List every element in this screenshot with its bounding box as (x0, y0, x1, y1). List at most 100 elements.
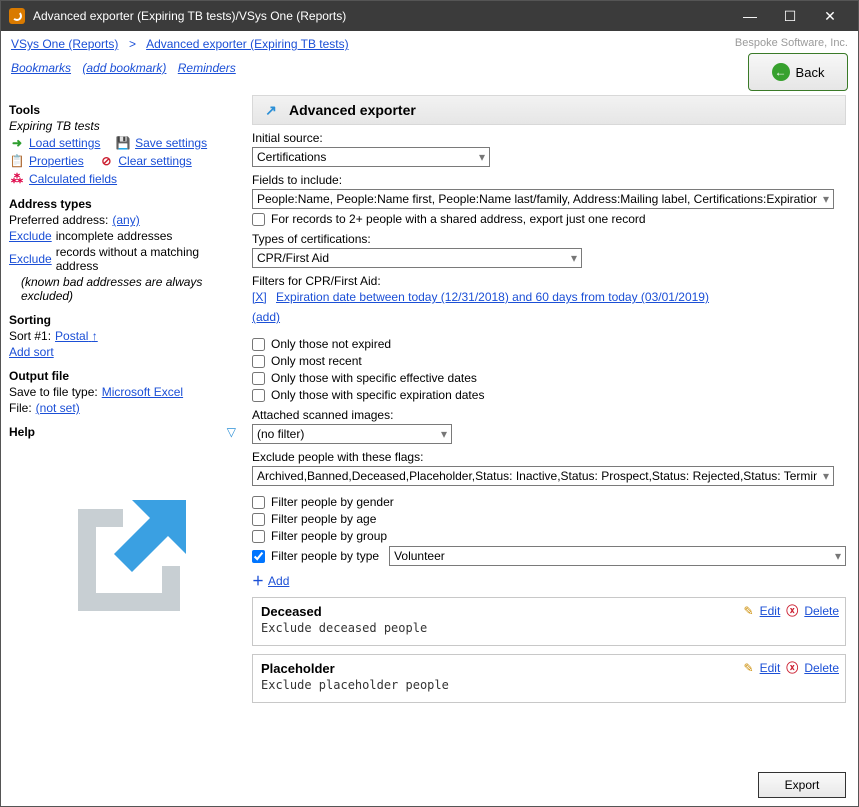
edit-link[interactable]: Edit (760, 604, 781, 618)
bookmarks-link[interactable]: Bookmarks (11, 61, 71, 75)
calculated-fields-link[interactable]: Calculated fields (29, 172, 117, 186)
footer: Export (1, 764, 858, 806)
only-expiration-dates-label: Only those with specific expiration date… (271, 388, 484, 402)
delete-link[interactable]: Delete (804, 604, 839, 618)
sort-asc-icon: ↑ (92, 329, 98, 343)
export-label: Export (785, 778, 820, 792)
breadcrumb: VSys One (Reports) > Advanced exporter (… (11, 37, 728, 51)
back-label: Back (796, 65, 825, 80)
filter-expiration-link[interactable]: Expiration date between today (12/31/201… (276, 290, 709, 304)
only-expiration-dates-checkbox[interactable] (252, 389, 265, 402)
add-sort-link[interactable]: Add sort (9, 345, 54, 359)
chevron-down-icon: ▾ (571, 251, 577, 265)
reminders-link[interactable]: Reminders (178, 61, 236, 75)
chevron-down-icon: ▾ (835, 549, 841, 563)
filter-gender-checkbox[interactable] (252, 496, 265, 509)
close-button[interactable]: ✕ (810, 1, 850, 31)
minimize-button[interactable]: — (730, 1, 770, 31)
initial-source-value: Certifications (257, 150, 326, 164)
back-button[interactable]: ← Back (748, 53, 848, 91)
only-not-expired-checkbox[interactable] (252, 338, 265, 351)
delete-link[interactable]: Delete (804, 661, 839, 675)
calculated-fields-icon: ⁂ (9, 171, 25, 187)
shared-address-checkbox[interactable] (252, 213, 265, 226)
only-effective-dates-label: Only those with specific effective dates (271, 371, 477, 385)
only-effective-dates-checkbox[interactable] (252, 372, 265, 385)
edit-link[interactable]: Edit (760, 661, 781, 675)
fields-include-label: Fields to include: (252, 173, 846, 187)
attached-images-value: (no filter) (257, 427, 304, 441)
exclude-incomplete-tail: incomplete addresses (56, 229, 173, 243)
pencil-icon: ✎ (744, 604, 754, 618)
sidebar: Tools Expiring TB tests ➜ Load settings … (1, 91, 244, 764)
load-settings-icon: ➜ (9, 135, 25, 151)
attached-images-select[interactable]: (no filter) ▾ (252, 424, 452, 444)
attached-images-label: Attached scanned images: (252, 408, 846, 422)
card-description: Exclude deceased people (261, 621, 837, 635)
maximize-button[interactable]: ☐ (770, 1, 810, 31)
breadcrumb-root[interactable]: VSys One (Reports) (11, 37, 118, 51)
chevron-down-icon: ▾ (479, 150, 485, 164)
initial-source-select[interactable]: Certifications ▾ (252, 147, 490, 167)
filter-type-value: Volunteer (394, 549, 445, 563)
preferred-address-label: Preferred address: (9, 213, 108, 227)
save-settings-link[interactable]: Save settings (135, 136, 207, 150)
exclusion-card: ✎ Edit ⓧ Delete Deceased Exclude decease… (252, 597, 846, 646)
exclusion-card: ✎ Edit ⓧ Delete Placeholder Exclude plac… (252, 654, 846, 703)
delete-icon: ⓧ (786, 602, 798, 619)
help-expand-icon[interactable]: ▽ (227, 425, 236, 439)
cert-types-value: CPR/First Aid (257, 251, 329, 265)
sort1-link[interactable]: Postal ↑ (55, 329, 98, 343)
content: ↗ Advanced exporter Initial source: Cert… (244, 91, 858, 764)
load-settings-link[interactable]: Load settings (29, 136, 100, 150)
back-arrow-icon: ← (772, 63, 790, 81)
chevron-down-icon: ▾ (823, 469, 829, 483)
add-filter-link[interactable]: (add) (252, 310, 280, 324)
app-icon (9, 8, 25, 24)
add-link[interactable]: Add (268, 574, 289, 588)
clear-settings-link[interactable]: Clear settings (118, 154, 191, 168)
fields-include-value: People:Name, People:Name first, People:N… (257, 192, 817, 206)
filter-type-select[interactable]: Volunteer ▾ (389, 546, 846, 566)
filters-title: Filters for CPR/First Aid: (252, 274, 846, 288)
sorting-heading: Sorting (9, 313, 236, 327)
preferred-address-link[interactable]: (any) (112, 213, 139, 227)
filter-group-label: Filter people by group (271, 529, 387, 543)
filter-gender-label: Filter people by gender (271, 495, 394, 509)
exclude-incomplete-link[interactable]: Exclude (9, 229, 52, 243)
export-large-icon (9, 479, 236, 629)
help-heading[interactable]: Help (9, 425, 35, 439)
fields-include-select[interactable]: People:Name, People:Name first, People:N… (252, 189, 834, 209)
export-button[interactable]: Export (758, 772, 846, 798)
exclude-nomatch-link[interactable]: Exclude (9, 252, 52, 266)
filter-type-label: Filter people by type (271, 549, 379, 563)
output-file-link[interactable]: (not set) (36, 401, 80, 415)
clear-settings-icon: ⊘ (98, 153, 114, 169)
pencil-icon: ✎ (744, 661, 754, 675)
tools-heading: Tools (9, 103, 236, 117)
output-type-link[interactable]: Microsoft Excel (102, 385, 183, 399)
filter-age-checkbox[interactable] (252, 513, 265, 526)
exclude-flags-select[interactable]: Archived,Banned,Deceased,Placeholder,Sta… (252, 466, 834, 486)
only-most-recent-checkbox[interactable] (252, 355, 265, 368)
exclude-flags-label: Exclude people with these flags: (252, 450, 846, 464)
add-bookmark-link[interactable]: (add bookmark) (82, 61, 166, 75)
filter-type-checkbox[interactable] (252, 550, 265, 563)
breadcrumb-current[interactable]: Advanced exporter (Expiring TB tests) (146, 37, 349, 51)
export-icon: ↗ (261, 100, 281, 120)
cert-types-select[interactable]: CPR/First Aid ▾ (252, 248, 582, 268)
output-type-label: Save to file type: (9, 385, 98, 399)
plus-icon: ＋ (252, 572, 264, 589)
address-note: (known bad addresses are always excluded… (21, 275, 236, 303)
output-file-heading: Output file (9, 369, 236, 383)
filter-group-checkbox[interactable] (252, 530, 265, 543)
shared-address-label: For records to 2+ people with a shared a… (271, 212, 646, 226)
properties-link[interactable]: Properties (29, 154, 84, 168)
card-description: Exclude placeholder people (261, 678, 837, 692)
company-label: Bespoke Software, Inc. (735, 37, 848, 49)
remove-filter-link[interactable]: [X] (252, 290, 267, 304)
titlebar: Advanced exporter (Expiring TB tests)/VS… (1, 1, 858, 31)
cert-types-label: Types of certifications: (252, 232, 846, 246)
chevron-down-icon: ▾ (441, 427, 447, 441)
delete-icon: ⓧ (786, 659, 798, 676)
